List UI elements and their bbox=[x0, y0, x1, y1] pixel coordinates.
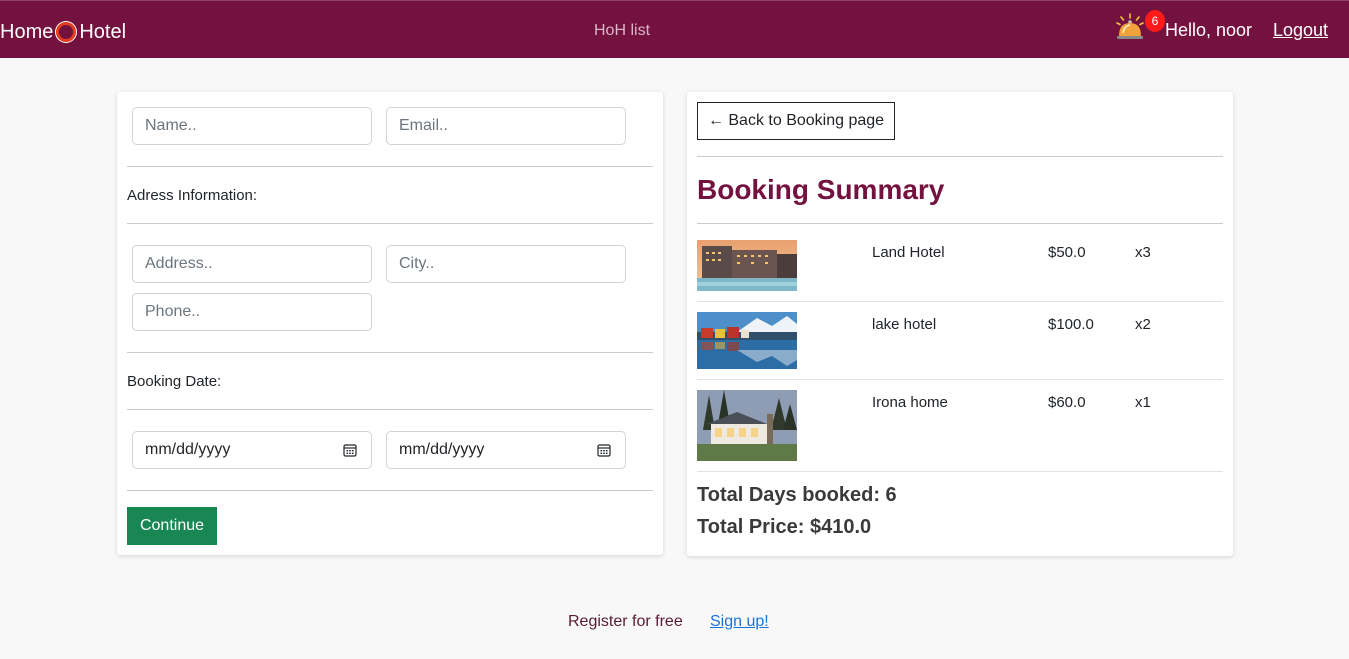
item-name: lake hotel bbox=[872, 316, 937, 333]
summary-row: Land Hotel $50.0 x3 bbox=[697, 240, 1223, 302]
divider bbox=[697, 301, 1223, 302]
total-price: Total Price: $410.0 bbox=[697, 516, 872, 538]
item-price: $100.0 bbox=[1048, 316, 1094, 333]
booking-date-label: Booking Date: bbox=[127, 373, 222, 390]
item-quantity: x1 bbox=[1135, 394, 1151, 411]
calendar-icon[interactable] bbox=[343, 443, 357, 457]
user-greeting: Hello, noor bbox=[1165, 20, 1253, 40]
divider bbox=[127, 490, 653, 491]
start-date-value: mm/dd/yyyy bbox=[145, 441, 231, 458]
name-input[interactable]: Name.. bbox=[132, 107, 372, 145]
brand-hotel-text: Hotel bbox=[79, 20, 127, 43]
register-text: Register for free bbox=[568, 613, 683, 630]
calendar-icon[interactable] bbox=[597, 443, 611, 457]
address-section-label: Adress Information: bbox=[127, 187, 258, 204]
divider bbox=[127, 166, 653, 167]
item-name: Land Hotel bbox=[872, 244, 945, 261]
house-forest-image bbox=[697, 390, 797, 461]
summary-row: Irona home $60.0 x1 bbox=[697, 390, 1223, 472]
item-quantity: x2 bbox=[1135, 316, 1151, 333]
booking-form-card: Name.. Email.. Adress Information: Addre… bbox=[117, 92, 663, 555]
total-days: Total Days booked: 6 bbox=[697, 484, 897, 506]
brand-ring-icon bbox=[56, 22, 77, 42]
start-date-input[interactable]: mm/dd/yyyy bbox=[132, 431, 372, 469]
end-date-value: mm/dd/yyyy bbox=[399, 441, 485, 458]
item-price: $60.0 bbox=[1048, 394, 1086, 411]
lake-houses-image bbox=[697, 312, 797, 369]
city-input[interactable]: City.. bbox=[386, 245, 626, 283]
nav-hoh-list-link[interactable]: HoH list bbox=[594, 22, 650, 40]
booking-summary-card: ← Back to Booking page Booking Summary L… bbox=[687, 92, 1233, 556]
divider bbox=[697, 471, 1223, 472]
item-price: $50.0 bbox=[1048, 244, 1086, 261]
end-date-input[interactable]: mm/dd/yyyy bbox=[386, 431, 626, 469]
continue-button[interactable]: Continue bbox=[127, 507, 217, 545]
divider bbox=[127, 223, 653, 224]
summary-title: Booking Summary bbox=[697, 174, 945, 205]
reception-bell-icon[interactable] bbox=[1114, 12, 1146, 42]
divider bbox=[697, 156, 1223, 157]
item-quantity: x3 bbox=[1135, 244, 1151, 261]
brand-logo[interactable]: Home Hotel bbox=[0, 18, 126, 46]
summary-row: lake hotel $100.0 x2 bbox=[697, 312, 1223, 380]
divider bbox=[127, 409, 653, 410]
notification-badge: 6 bbox=[1145, 10, 1165, 32]
divider bbox=[697, 379, 1223, 380]
email-input[interactable]: Email.. bbox=[386, 107, 626, 145]
divider bbox=[697, 223, 1223, 224]
address-input[interactable]: Address.. bbox=[132, 245, 372, 283]
navbar: Home Hotel HoH list 6 Hello, noor Logout bbox=[0, 0, 1349, 58]
item-name: Irona home bbox=[872, 394, 948, 411]
hotel-pool-image bbox=[697, 240, 797, 291]
signup-link[interactable]: Sign up! bbox=[710, 613, 769, 631]
phone-input[interactable]: Phone.. bbox=[132, 293, 372, 331]
divider bbox=[127, 352, 653, 353]
brand-home-text: Home bbox=[0, 20, 54, 43]
back-to-booking-button[interactable]: ← Back to Booking page bbox=[697, 102, 895, 140]
logout-link[interactable]: Logout bbox=[1273, 20, 1328, 41]
